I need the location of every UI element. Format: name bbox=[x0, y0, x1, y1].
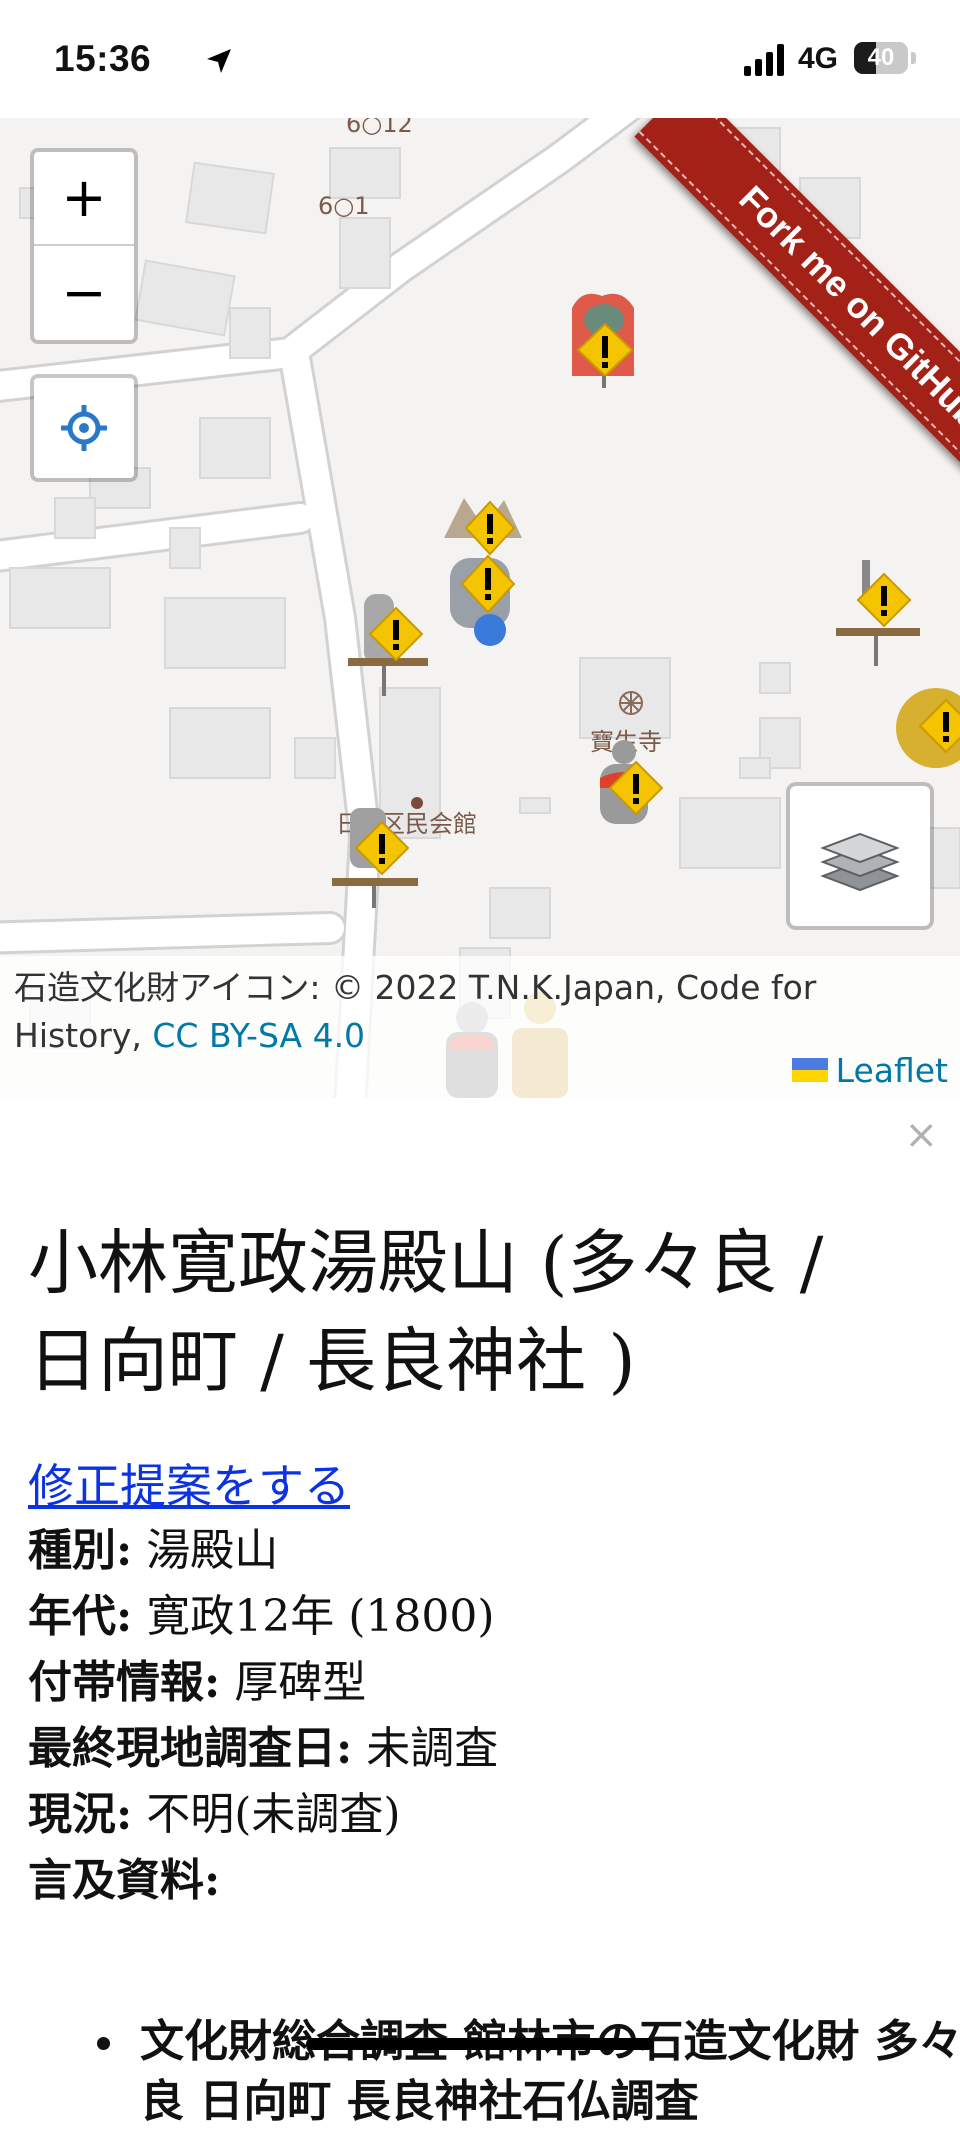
stone-monument-marker-icon[interactable] bbox=[832, 558, 922, 668]
info-list: 種別: 湯殿山 年代: 寛政12年 (1800) 付帯情報: 厚碑型 最終現地調… bbox=[28, 1518, 928, 1914]
zoom-control: + − bbox=[30, 148, 138, 344]
locate-button[interactable] bbox=[30, 374, 138, 482]
layers-icon bbox=[820, 832, 900, 892]
info-row-status: 現況: 不明(未調査) bbox=[28, 1789, 401, 1840]
close-icon[interactable]: × bbox=[904, 1112, 938, 1158]
leaflet-link[interactable]: Leaflet bbox=[836, 1051, 948, 1090]
battery-icon: 40 bbox=[854, 42, 920, 76]
popup-panel: × 小林寛政湯殿山 (多々良 / 日向町 / 長良神社 ) 修正提案をする 種別… bbox=[0, 1098, 960, 2127]
stone-monument-marker-icon[interactable] bbox=[330, 798, 420, 908]
signal-icon bbox=[744, 44, 784, 76]
info-row-survey-date: 最終現地調査日: 未調査 bbox=[28, 1723, 499, 1774]
crosshair-icon bbox=[61, 405, 107, 451]
temple-icon bbox=[619, 691, 643, 715]
home-indicator bbox=[306, 2038, 654, 2050]
map-view[interactable]: 6○12 6○1 寶生寺 日○区民会館 bbox=[0, 118, 960, 1098]
location-arrow-icon bbox=[207, 49, 231, 73]
stone-monument-marker-icon[interactable] bbox=[344, 588, 434, 698]
info-row-references: 言及資料: bbox=[28, 1855, 221, 1906]
ukraine-flag-icon bbox=[791, 1058, 828, 1082]
info-row-type: 種別: 湯殿山 bbox=[28, 1525, 279, 1576]
github-ribbon[interactable]: Fork me on GitHub bbox=[520, 118, 960, 558]
info-row-extra: 付帯情報: 厚碑型 bbox=[28, 1657, 367, 1708]
map-attribution: 石造文化財アイコン: © 2022 T.N.K.Japan, Code for … bbox=[0, 956, 960, 1098]
house-number-label: 6○1 bbox=[318, 192, 370, 220]
license-link[interactable]: CC BY-SA 4.0 bbox=[152, 1016, 365, 1055]
leaflet-credit[interactable]: Leaflet bbox=[791, 1048, 948, 1092]
reference-item[interactable]: 文化財総合調査 館林市の石造文化財 多々良 日向町 長良神社石仏調査 bbox=[130, 2012, 960, 2132]
stone-monument-marker-icon[interactable] bbox=[584, 738, 674, 848]
reference-list: 文化財総合調査 館林市の石造文化財 多々良 日向町 長良神社石仏調査 bbox=[90, 2012, 960, 2132]
attribution-text: 石造文化財アイコン: © 2022 T.N.K.Japan, Code for … bbox=[14, 964, 914, 1060]
network-type: 4G bbox=[798, 42, 839, 75]
battery-level: 40 bbox=[867, 44, 895, 71]
stone-monument-marker-icon[interactable] bbox=[892, 684, 960, 794]
info-row-era: 年代: 寛政12年 (1800) bbox=[28, 1591, 495, 1642]
house-number-label: 6○12 bbox=[346, 118, 413, 138]
zoom-in-button[interactable]: + bbox=[34, 152, 134, 244]
status-time: 15:36 bbox=[54, 38, 152, 79]
zoom-out-button[interactable]: − bbox=[34, 244, 134, 340]
layers-button[interactable] bbox=[786, 782, 934, 930]
edit-suggestion-link[interactable]: 修正提案をする bbox=[28, 1450, 350, 1516]
status-bar: 15:36 4G 40 bbox=[0, 0, 960, 118]
github-ribbon-label[interactable]: Fork me on GitHub bbox=[731, 178, 960, 437]
popup-title: 小林寛政湯殿山 (多々良 / 日向町 / 長良神社 ) bbox=[28, 1222, 824, 1402]
stone-monument-marker-icon[interactable] bbox=[440, 548, 530, 658]
attribution-credit: 石造文化財アイコン: © 2022 T.N.K.Japan, Code for … bbox=[14, 968, 817, 1055]
